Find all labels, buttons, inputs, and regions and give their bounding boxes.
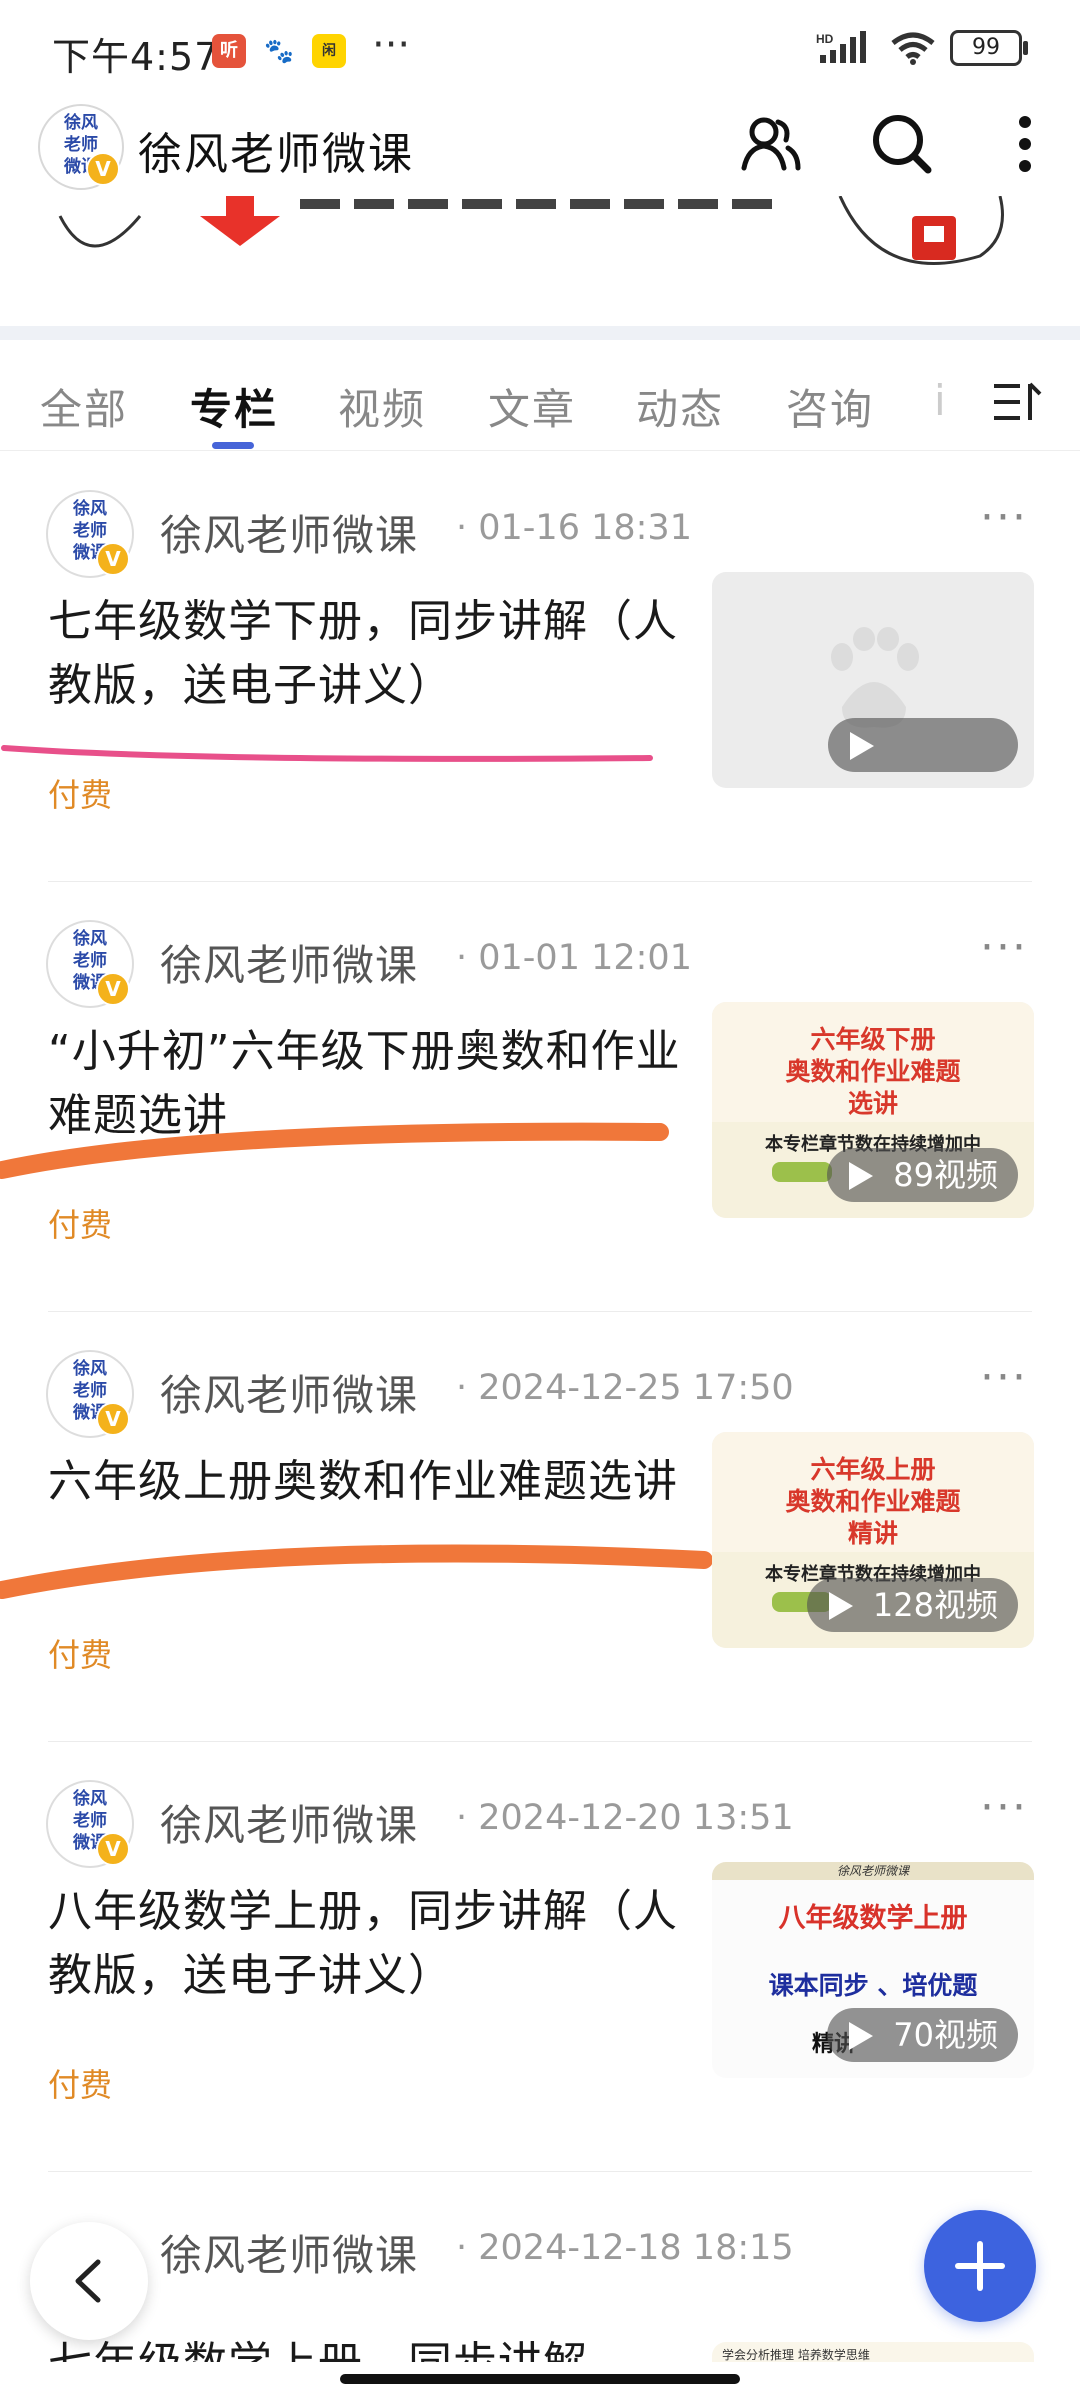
create-post-button[interactable] <box>924 2210 1036 2322</box>
feed-item[interactable]: 徐风 老师 微课 V 徐风老师微课 · 01-01 12:01 ··· “小升初”六… <box>0 882 1080 1312</box>
avatar[interactable]: 徐风 老师 微课 V <box>46 1780 134 1868</box>
tab-bar: 全部 专栏 视频 文章 动态 咨询 i <box>0 340 1080 451</box>
more-options-icon[interactable]: ··· <box>980 1782 1028 1833</box>
feed-item[interactable]: 徐风 老师 微课 V 徐风老师微课 · 2024-12-20 13:51 ··· 八… <box>0 1742 1080 2172</box>
tab-video[interactable]: 视频 <box>338 376 426 437</box>
wifi-icon <box>891 32 935 65</box>
author-name[interactable]: 徐风老师微课 <box>160 932 418 993</box>
plus-icon <box>955 2241 1005 2291</box>
channel-title: 徐风老师微课 <box>138 129 414 180</box>
tab-all[interactable]: 全部 <box>40 376 128 437</box>
author-name[interactable]: 徐风老师微课 <box>160 1362 418 1423</box>
author-name[interactable]: 徐风老师微课 <box>160 1792 418 1853</box>
battery-indicator: 99 <box>950 30 1028 66</box>
avatar[interactable]: 徐风 老师 微课 V <box>46 920 134 1008</box>
tab-consult[interactable]: 咨询 <box>786 376 874 437</box>
post-title[interactable]: 八年级数学上册，同步讲解（人教版，送电子讲义） <box>48 1880 688 2008</box>
orange-highlight-stroke <box>0 1544 713 1599</box>
more-notifications-icon: ··· <box>372 22 411 68</box>
tab-column[interactable]: 专栏 <box>190 376 278 437</box>
paid-tag: 付费 <box>48 1636 113 1674</box>
profile-banner <box>0 196 1080 326</box>
baidu-app-icon: 🐾 <box>262 34 296 68</box>
verified-badge-icon: V <box>86 152 120 186</box>
orange-highlight-stroke <box>0 1122 669 1179</box>
banner-artwork <box>58 196 1004 265</box>
users-icon[interactable] <box>734 108 806 180</box>
verified-badge-icon: V <box>96 542 130 576</box>
paid-tag: 付费 <box>48 776 113 814</box>
post-date: · 01-16 18:31 <box>456 508 692 548</box>
post-date: · 01-01 12:01 <box>456 938 692 978</box>
chevron-left-icon <box>75 2259 101 2303</box>
post-date: · 2024-12-25 17:50 <box>456 1368 794 1408</box>
feed-item[interactable]: 徐风老师微课 · 2024-12-18 18:15 七年级数学上册，同步讲解 学… <box>0 2172 1080 2362</box>
play-icon <box>849 2022 874 2050</box>
post-title[interactable]: 六年级上册奥数和作业难题选讲 <box>48 1450 698 1514</box>
logo-line-2: 老师 <box>64 135 98 155</box>
status-time: 下午4:57 <box>52 35 220 79</box>
post-thumbnail[interactable]: 六年级上册 奥数和作业难题 精讲 本专栏章节数在持续增加中 128视频 <box>712 1432 1034 1648</box>
post-thumbnail[interactable] <box>712 572 1034 788</box>
post-thumbnail[interactable]: 学会分析推理 培养数学思维 <box>712 2342 1034 2362</box>
listen-app-icon: 听 <box>212 34 246 68</box>
video-count-pill <box>828 718 1018 772</box>
video-count-pill: 70视频 <box>827 2008 1018 2062</box>
thumbnail-title-area: 六年级上册 奥数和作业难题 精讲 <box>712 1432 1034 1552</box>
system-indicators: HD 99 <box>816 30 1028 66</box>
svg-text:HD: HD <box>816 32 834 46</box>
xianyu-app-icon: 闲 <box>312 34 346 68</box>
verified-badge-icon: V <box>96 1832 130 1866</box>
signal-icon: HD <box>816 31 866 63</box>
more-vertical-icon[interactable] <box>990 108 1060 180</box>
author-name[interactable]: 徐风老师微课 <box>160 502 418 563</box>
status-bar: 下午4:57 听 🐾 闲 ··· HD 99 <box>0 0 1080 96</box>
post-thumbnail[interactable]: 徐风老师微课 八年级数学上册 课本同步 、培优题 精讲 70视频 <box>712 1862 1034 2078</box>
thumbnail-title-area: 六年级下册 奥数和作业难题 选讲 <box>712 1002 1034 1122</box>
avatar[interactable]: 徐风 老师 微课 V <box>46 490 134 578</box>
screen: 下午4:57 听 🐾 闲 ··· HD 99 徐风 老师 微课 V 徐风老师微课… <box>0 0 1080 2400</box>
video-count-pill: 128视频 <box>806 1578 1018 1632</box>
post-date: · 2024-12-18 18:15 <box>456 2228 794 2268</box>
tab-menu-icon[interactable] <box>990 380 1046 424</box>
tab-dynamic[interactable]: 动态 <box>636 376 724 437</box>
home-indicator[interactable] <box>340 2374 740 2384</box>
paid-tag: 付费 <box>48 1206 113 1244</box>
post-title[interactable]: 七年级数学下册，同步讲解（人教版，送电子讲义） <box>48 590 688 718</box>
paid-tag: 付费 <box>48 2066 113 2104</box>
post-title[interactable]: 七年级数学上册，同步讲解 <box>48 2332 698 2362</box>
back-button[interactable] <box>30 2222 148 2340</box>
search-icon[interactable] <box>866 108 938 180</box>
post-date: · 2024-12-20 13:51 <box>456 1798 794 1838</box>
active-tab-indicator <box>212 442 254 449</box>
verified-badge-icon: V <box>96 972 130 1006</box>
thumbnail-top-strip: 徐风老师微课 <box>712 1862 1034 1880</box>
post-thumbnail[interactable]: 六年级下册 奥数和作业难题 选讲 本专栏章节数在持续增加中 89视频 <box>712 1002 1034 1218</box>
video-count-pill: 89视频 <box>827 1148 1018 1202</box>
play-icon <box>849 1162 874 1190</box>
feed-item[interactable]: 徐风 老师 微课 V 徐风老师微课 · 01-16 18:31 ··· 七年级数学下… <box>0 452 1080 882</box>
author-name[interactable]: 徐风老师微课 <box>160 2222 418 2283</box>
grass-decoration <box>772 1162 832 1182</box>
app-header: 徐风 老师 微课 V 徐风老师微课 <box>0 96 1080 196</box>
pink-highlight-stroke <box>1 745 653 762</box>
play-icon <box>828 1592 853 1620</box>
section-divider <box>0 326 1080 340</box>
feed-item[interactable]: 徐风 老师 微课 V 徐风老师微课 · 2024-12-25 17:50 ··· 六… <box>0 1312 1080 1742</box>
tab-article[interactable]: 文章 <box>488 376 576 437</box>
logo-line-1: 徐风 <box>64 113 98 133</box>
avatar[interactable]: 徐风 老师 微课 V <box>46 1350 134 1438</box>
more-options-icon[interactable]: ··· <box>980 1352 1028 1403</box>
more-options-icon[interactable]: ··· <box>980 922 1028 973</box>
play-icon <box>850 732 874 760</box>
tab-more-partial[interactable]: i <box>934 376 948 425</box>
verified-badge-icon: V <box>96 1402 130 1436</box>
more-options-icon[interactable]: ··· <box>980 492 1028 543</box>
